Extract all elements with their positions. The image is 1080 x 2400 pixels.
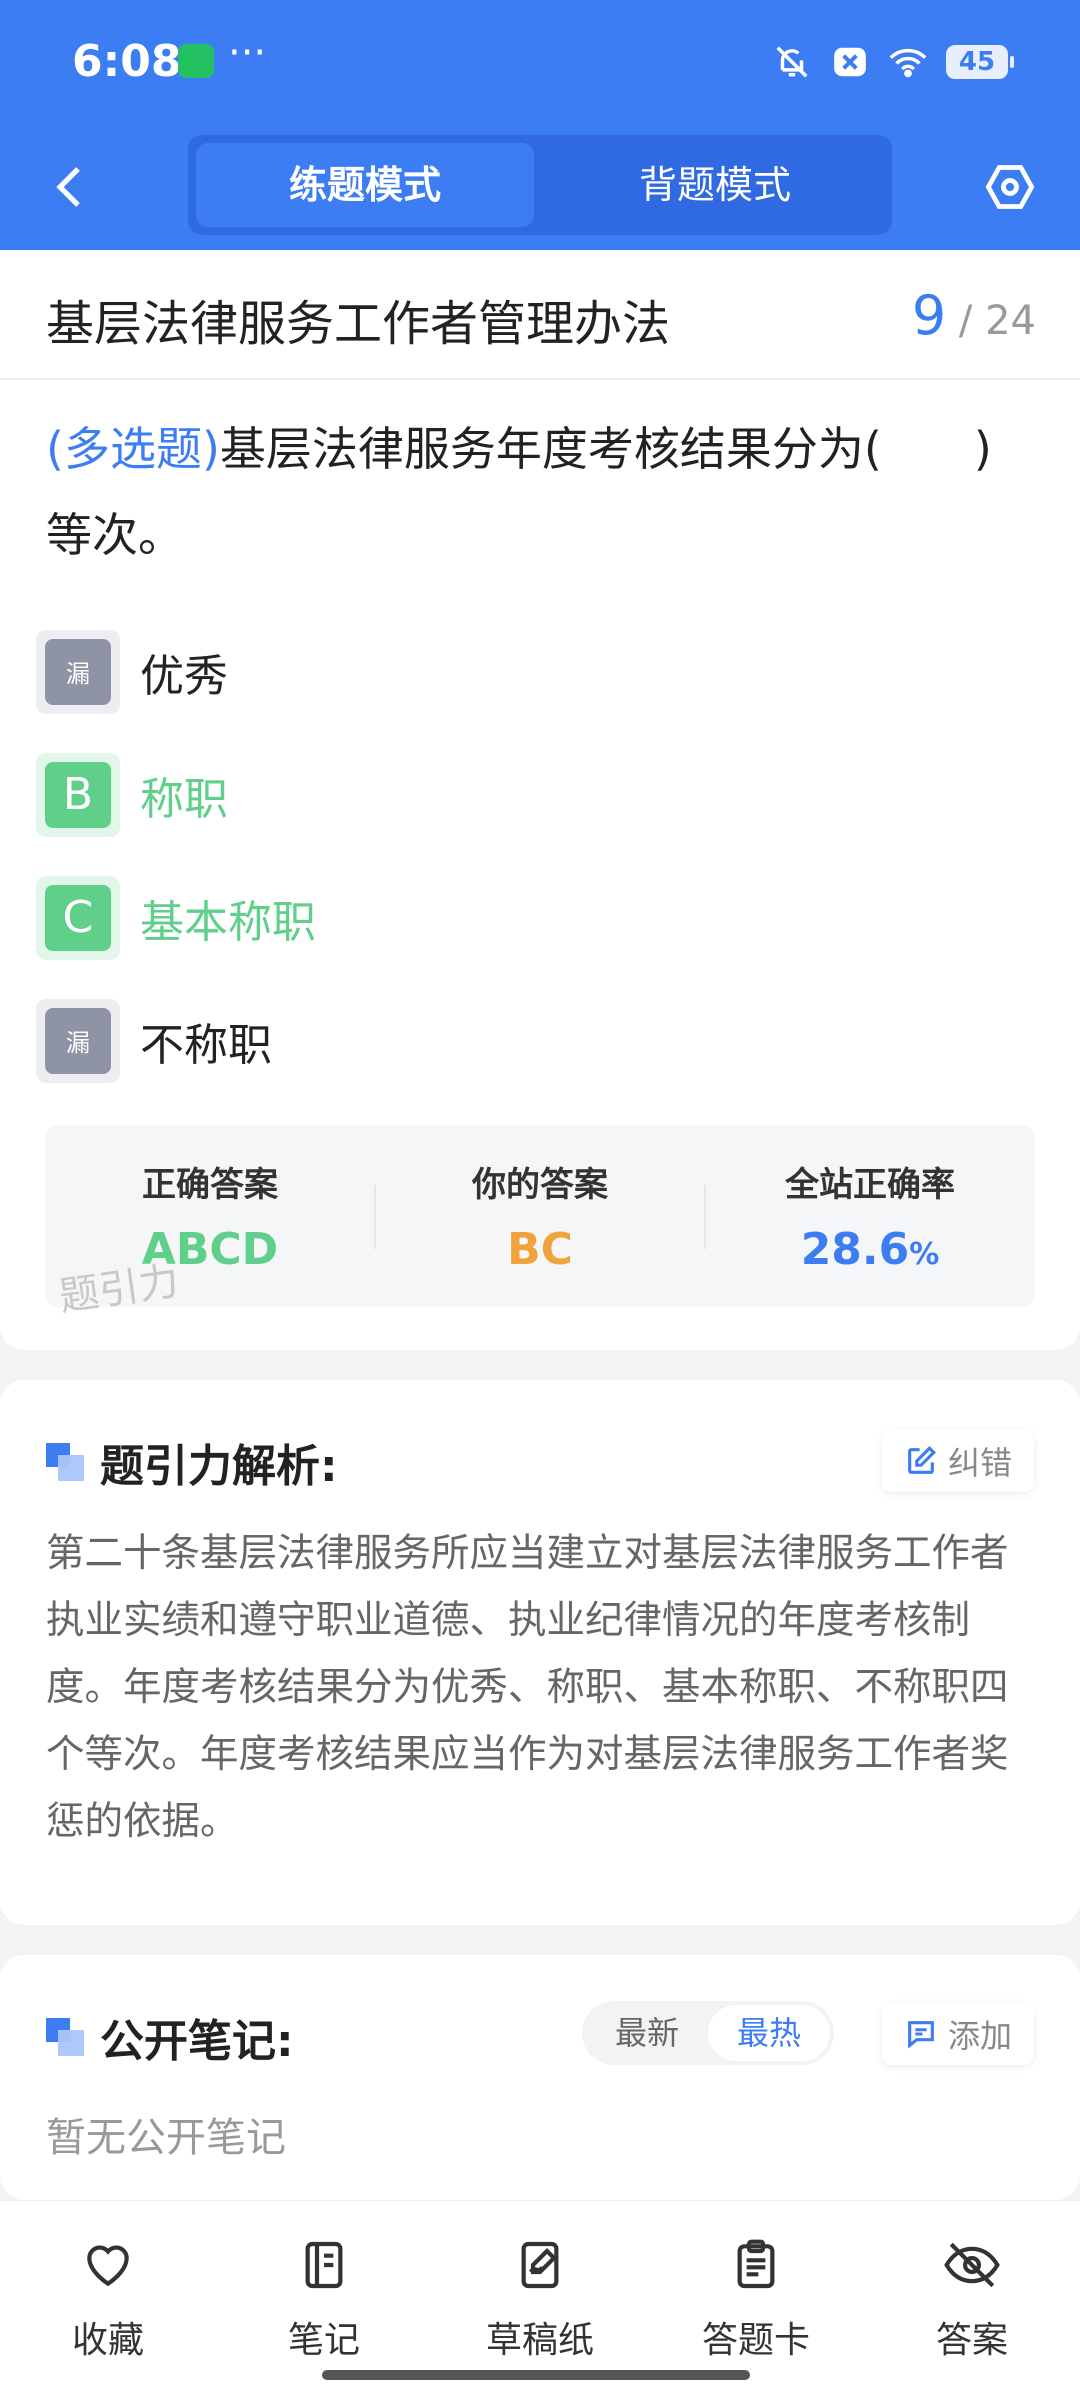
option-d[interactable]: 漏 不称职 (36, 979, 1036, 1102)
wifi-icon (888, 42, 928, 82)
option-badge-correct: C (36, 875, 120, 960)
accuracy-value: 28.6% (800, 1224, 940, 1275)
battery-indicator: 45 (946, 45, 1014, 79)
section-square-icon (46, 2018, 84, 2056)
notebook-icon (305, 2241, 343, 2289)
chapter-title-bar: 基层法律服务工作者管理办法 9 / 24 (0, 250, 1080, 380)
mode-switch: 练题模式 背题模式 (188, 135, 892, 235)
notes-sort-toggle: 最新 最热 (582, 2001, 834, 2065)
edit-icon (908, 1446, 936, 1474)
report-error-button[interactable]: 纠错 (881, 1430, 1034, 1492)
analysis-title: 题引力解析: (100, 1441, 338, 1492)
public-notes-card: 公开笔记: 最新 最热 添加 暂无公开笔记 (0, 1955, 1080, 2200)
nav-answer[interactable]: 答案 (892, 2231, 1052, 2363)
nav-answer-sheet[interactable]: 答题卡 (676, 2231, 836, 2363)
analysis-card: 题引力解析: 纠错 第二十条基层法律服务所应当建立对基层法律服务工作者执业实绩和… (0, 1380, 1080, 1925)
current-question-number: 9 (911, 284, 947, 347)
analysis-header: 题引力解析: (46, 1430, 338, 1494)
analysis-text: 第二十条基层法律服务所应当建立对基层法律服务工作者执业实绩和遵守职业道德、执业纪… (46, 1531, 1009, 1844)
add-note-button[interactable]: 添加 (881, 2003, 1034, 2065)
nav-favorite[interactable]: 收藏 (28, 2231, 188, 2363)
option-list: 漏 优秀 B 称职 C 基本称职 漏 不称职 (36, 610, 1036, 1102)
more-notifications: ··· (228, 30, 267, 76)
answer-sheet-icon (737, 2239, 775, 2289)
top-bar: 练题模式 背题模式 (0, 125, 1080, 250)
option-text: 优秀 (140, 650, 228, 702)
your-answer-stat: 你的答案 BC (375, 1125, 705, 1307)
notes-header: 公开笔记: (46, 2005, 294, 2069)
eye-off-icon (944, 2242, 1000, 2288)
chevron-left-icon (56, 167, 80, 207)
question-card: (多选题)基层法律服务年度考核结果分为( )等次。 漏 优秀 B 称职 C 基本… (0, 380, 1080, 1350)
option-text: 不称职 (140, 1019, 272, 1071)
question-stem: (多选题)基层法律服务年度考核结果分为( )等次。 (46, 406, 1036, 578)
question-type: (多选题) (46, 422, 220, 476)
tab-practice-mode[interactable]: 练题模式 (196, 143, 534, 227)
mute-icon (772, 42, 812, 82)
tab-memorize-mode[interactable]: 背题模式 (546, 143, 884, 227)
option-a[interactable]: 漏 优秀 (36, 610, 1036, 733)
option-badge-correct: B (36, 752, 120, 837)
sort-hot[interactable]: 最热 (708, 2005, 830, 2061)
section-square-icon (46, 1443, 84, 1481)
home-indicator[interactable] (322, 2370, 750, 2380)
wechat-icon (178, 44, 214, 78)
accuracy-stat: 全站正确率 28.6% (705, 1125, 1035, 1307)
option-text: 基本称职 (140, 896, 316, 948)
status-time: 6:08 (72, 36, 182, 87)
chapter-title: 基层法律服务工作者管理办法 (46, 296, 671, 352)
nav-draft-paper[interactable]: 草稿纸 (460, 2231, 620, 2363)
option-badge-missed: 漏 (36, 629, 120, 714)
sort-latest[interactable]: 最新 (586, 2001, 708, 2065)
option-badge-missed: 漏 (36, 998, 120, 1083)
your-answer-value: BC (507, 1224, 573, 1275)
settings-button[interactable] (978, 155, 1042, 219)
settings-hex-icon (985, 165, 1035, 209)
status-bar: 6:08 ··· 45 (0, 0, 1080, 125)
close-box-icon (830, 42, 870, 82)
back-button[interactable] (42, 159, 98, 215)
question-counter: 9 / 24 (912, 284, 1036, 347)
comment-icon (908, 2021, 934, 2049)
notes-empty-text: 暂无公开笔记 (46, 2115, 286, 2161)
heart-icon (87, 2245, 129, 2287)
notes-title: 公开笔记: (100, 2016, 294, 2067)
option-text: 称职 (140, 773, 228, 825)
draft-icon (521, 2241, 559, 2289)
answer-stats: 正确答案 ABCD 你的答案 BC 全站正确率 28.6% (45, 1125, 1035, 1307)
total-questions: / 24 (958, 298, 1036, 344)
option-c[interactable]: C 基本称职 (36, 856, 1036, 979)
nav-notes[interactable]: 笔记 (244, 2231, 404, 2363)
option-b[interactable]: B 称职 (36, 733, 1036, 856)
